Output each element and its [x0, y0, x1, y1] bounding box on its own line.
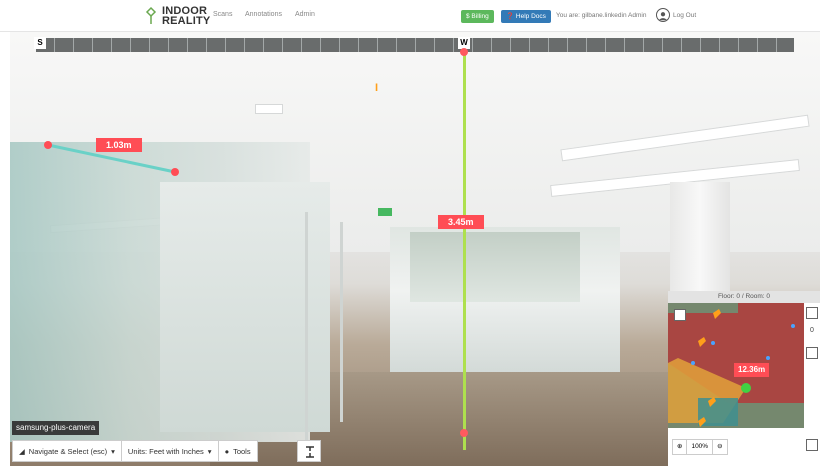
- zoom-in-icon[interactable]: ⊕: [673, 440, 688, 454]
- zoom-controls: ⊕ 100% ⊖: [672, 439, 728, 455]
- fullscreen-icon: [306, 446, 314, 458]
- level-down-icon[interactable]: [806, 347, 818, 359]
- vertical-measure-line[interactable]: [463, 50, 466, 450]
- level-up-icon[interactable]: [806, 307, 818, 319]
- nav-scans[interactable]: Scans: [213, 11, 232, 18]
- logo-icon: [145, 6, 157, 24]
- measurement-label[interactable]: 1.03m: [96, 138, 142, 152]
- logo-line2: REALITY: [162, 15, 211, 27]
- logo[interactable]: INDOOR REALITY: [144, 6, 211, 27]
- user-info: You are: gilbane.linkedin Admin: [556, 12, 647, 19]
- bottom-toolbar: ◢ Navigate & Select (esc) ▾ Units: Feet …: [12, 440, 258, 462]
- layers-icon[interactable]: [674, 309, 686, 321]
- minimap-measure-label[interactable]: 12.36m: [734, 363, 770, 377]
- logout-link[interactable]: Log Out: [673, 12, 696, 19]
- minimap-footer: ⊕ 100% ⊖: [668, 428, 820, 466]
- minimap-panel: Floor: 0 / Room: 0 12.36m 0 ⊕ 100% ⊖: [668, 291, 820, 466]
- info-icon: ●: [224, 446, 230, 456]
- units-label: Units: Feet with Inches: [127, 446, 204, 456]
- zoom-value: 100%: [687, 440, 714, 454]
- zoom-out-icon[interactable]: ⊖: [713, 440, 726, 454]
- minimap-level-controls: 0: [804, 303, 820, 373]
- nav-annotations[interactable]: Annotations: [245, 11, 282, 18]
- top-navbar: INDOOR REALITY Scans Annotations Admin $…: [0, 0, 820, 32]
- chevron-down-icon: ▾: [111, 446, 115, 456]
- vertical-measurement-label[interactable]: 3.45m: [438, 215, 484, 229]
- minimap-expand-icon[interactable]: [806, 439, 818, 451]
- compass-timeline[interactable]: [36, 38, 794, 52]
- mode-select[interactable]: ◢ Navigate & Select (esc) ▾: [13, 441, 122, 461]
- tools-label: Tools: [233, 446, 251, 456]
- level-value: 0: [810, 327, 814, 334]
- chevron-down-icon: ▾: [207, 446, 212, 456]
- minimap-title: Floor: 0 / Room: 0: [668, 291, 820, 303]
- camera-label: samsung-plus-camera: [12, 421, 100, 435]
- timeline-ticks: [36, 38, 794, 52]
- mode-label: Navigate & Select (esc): [28, 446, 108, 456]
- fullscreen-button[interactable]: [297, 440, 321, 462]
- logo-text: INDOOR REALITY: [162, 6, 211, 27]
- units-select[interactable]: Units: Feet with Inches ▾: [122, 441, 219, 461]
- vertical-measure-bottom-point[interactable]: [460, 429, 468, 437]
- vertical-measure-top-point[interactable]: [460, 48, 468, 56]
- user-avatar-icon[interactable]: [656, 8, 670, 22]
- help-docs-button[interactable]: ❓ Help Docs: [501, 10, 551, 23]
- compass-start-badge: S: [34, 37, 46, 49]
- billing-button[interactable]: $ Billing: [461, 10, 494, 23]
- tools-button[interactable]: ● Tools: [219, 441, 257, 461]
- nav-admin[interactable]: Admin: [295, 11, 315, 18]
- minimap-map[interactable]: 12.36m: [668, 303, 804, 428]
- mode-icon: ◢: [19, 446, 25, 456]
